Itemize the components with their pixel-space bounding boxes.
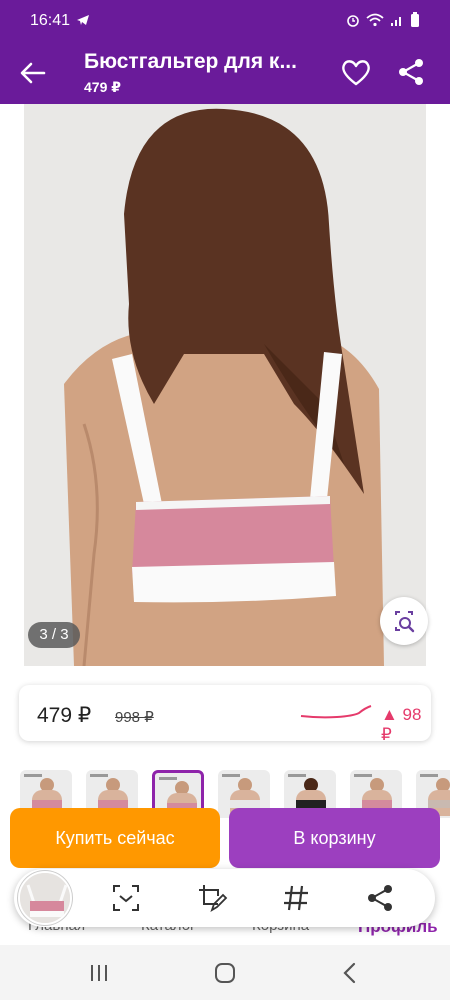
price-card[interactable]: 479 ₽ 998 ₽ ▲ 98 ₽ [19, 685, 431, 744]
status-bar: 16:41 [0, 0, 450, 40]
wifi-icon [366, 13, 384, 27]
add-to-cart-button[interactable]: В корзину [229, 808, 440, 868]
page-subtitle-price: 479 ₽ [84, 79, 121, 95]
battery-icon [411, 12, 419, 27]
price-delta: ▲ 98 ₽ [381, 705, 422, 744]
telegram-icon [77, 15, 89, 25]
heart-icon[interactable] [340, 57, 372, 87]
old-price: 998 ₽ [115, 709, 154, 726]
screenshot-thumbnail-image [20, 873, 70, 923]
image-counter: 3 / 3 [28, 622, 80, 648]
lens-search-icon [395, 611, 415, 633]
status-icons [346, 12, 420, 28]
home-icon[interactable] [210, 960, 240, 986]
page-title: Бюстгальтер для к... [84, 50, 297, 73]
edit-crop-icon[interactable] [196, 882, 228, 914]
signal-icon [391, 17, 401, 26]
scan-icon[interactable] [110, 882, 142, 914]
system-navigation-bar [0, 945, 450, 1000]
visual-search-button[interactable] [380, 597, 428, 645]
buy-now-button[interactable]: Купить сейчас [10, 808, 220, 868]
share-icon[interactable] [396, 57, 426, 87]
back-arrow-icon[interactable] [18, 58, 48, 88]
back-icon[interactable] [336, 960, 366, 986]
hash-icon[interactable] [280, 882, 312, 914]
current-price: 479 ₽ [37, 704, 92, 727]
status-time: 16:41 [30, 12, 71, 29]
product-photo-illustration [24, 104, 426, 666]
screenshot-thumbnail[interactable] [18, 871, 72, 925]
share-icon[interactable] [364, 882, 396, 914]
price-history-sparkline [300, 705, 372, 719]
floating-toolbar [14, 869, 435, 927]
app-bar: Бюстгальтер для к... 479 ₽ [0, 40, 450, 104]
product-photo[interactable] [24, 104, 426, 666]
alarm-icon [347, 15, 359, 27]
recent-apps-icon[interactable] [84, 960, 114, 986]
